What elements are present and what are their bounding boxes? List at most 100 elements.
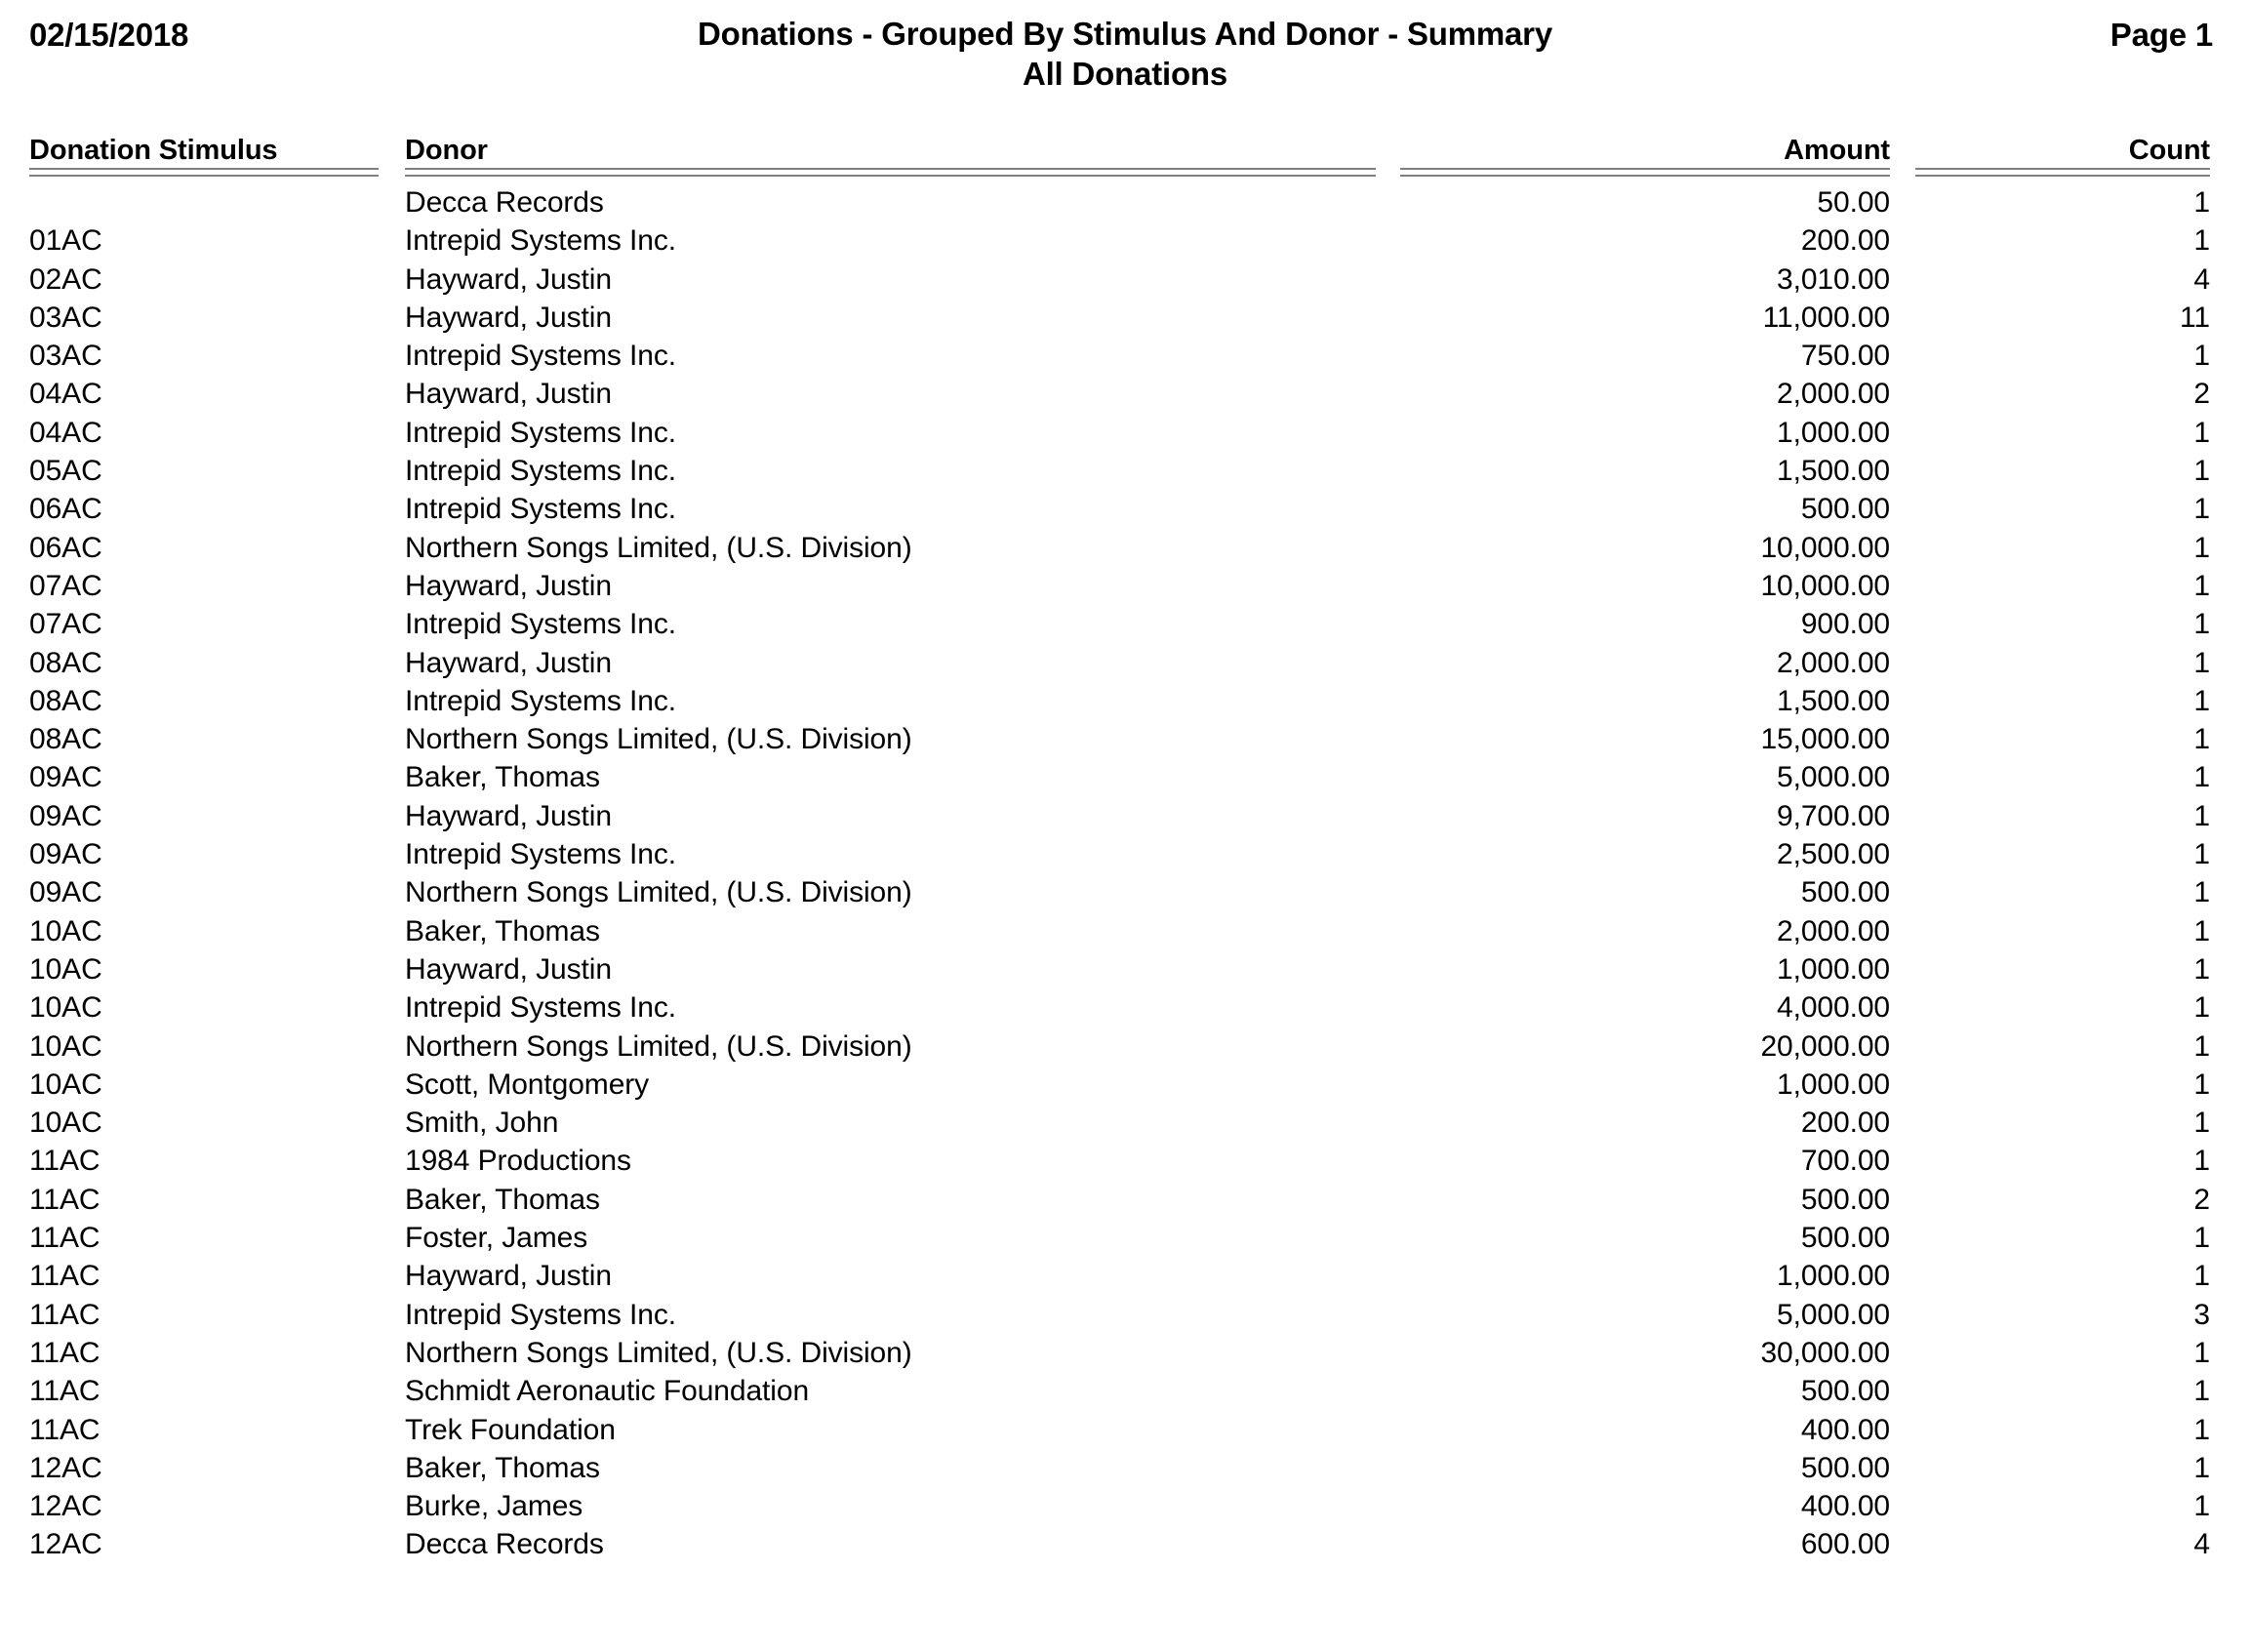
table-row: 07AC Intrepid Systems Inc. 900.00 1	[0, 605, 2250, 643]
table-row: 10AC Smith, John 200.00 1	[0, 1104, 2250, 1142]
cell-stimulus: 11AC	[29, 1145, 100, 1178]
cell-amount: 5,000.00	[1777, 1298, 1890, 1331]
cell-stimulus: 10AC	[29, 1029, 102, 1063]
cell-amount: 400.00	[1800, 1490, 1890, 1523]
cell-donor: Intrepid Systems Inc.	[405, 608, 677, 641]
cell-amount: 15,000.00	[1760, 723, 1890, 756]
table-row: 02AC Hayward, Justin 3,010.00 4	[0, 261, 2250, 299]
cell-count: 1	[2193, 991, 2210, 1025]
cell-stimulus: 08AC	[29, 684, 102, 717]
cell-donor: Hayward, Justin	[405, 952, 612, 986]
cell-donor: Smith, John	[405, 1107, 559, 1140]
cell-donor: Baker, Thomas	[405, 1183, 600, 1216]
cell-amount: 500.00	[1800, 493, 1890, 526]
cell-amount: 2,000.00	[1777, 646, 1890, 679]
table-row: 10AC Scott, Montgomery 1,000.00 1	[0, 1066, 2250, 1104]
cell-amount: 20,000.00	[1760, 1029, 1890, 1063]
cell-count: 1	[2193, 838, 2210, 871]
table-row: 12AC Decca Records 600.00 4	[0, 1525, 2250, 1563]
cell-stimulus: 07AC	[29, 569, 102, 602]
cell-amount: 600.00	[1800, 1528, 1890, 1561]
table-row: 10AC Hayward, Justin 1,000.00 1	[0, 950, 2250, 988]
column-header-amount: Amount	[1784, 135, 1890, 166]
cell-amount: 500.00	[1800, 1183, 1890, 1216]
table-row: 09AC Hayward, Justin 9,700.00 1	[0, 797, 2250, 835]
cell-count: 1	[2193, 723, 2210, 756]
table-row: 04AC Hayward, Justin 2,000.00 2	[0, 375, 2250, 413]
table-row: 05AC Intrepid Systems Inc. 1,500.00 1	[0, 452, 2250, 490]
column-header-stimulus: Donation Stimulus	[29, 135, 278, 166]
cell-stimulus: 11AC	[29, 1413, 100, 1446]
table-row: 11AC Northern Songs Limited, (U.S. Divisi…	[0, 1334, 2250, 1372]
cell-stimulus: 09AC	[29, 876, 102, 909]
cell-stimulus: 10AC	[29, 991, 102, 1025]
cell-count: 1	[2193, 952, 2210, 986]
report-title: Donations - Grouped By Stimulus And Dono…	[698, 16, 1552, 52]
cell-stimulus: 10AC	[29, 1068, 102, 1101]
cell-amount: 10,000.00	[1760, 531, 1890, 564]
cell-donor: Baker, Thomas	[405, 761, 600, 794]
cell-count: 1	[2193, 1260, 2210, 1293]
table-row: 10AC Baker, Thomas 2,000.00 1	[0, 912, 2250, 950]
cell-stimulus: 07AC	[29, 608, 102, 641]
cell-stimulus: 11AC	[29, 1260, 100, 1293]
cell-count: 1	[2193, 684, 2210, 717]
cell-donor: Hayward, Justin	[405, 569, 612, 602]
cell-donor: Decca Records	[405, 1528, 604, 1561]
cell-stimulus: 11AC	[29, 1336, 100, 1369]
donations-table-body: Decca Records 50.00 1 01AC Intrepid Systems …	[0, 183, 2250, 1564]
cell-stimulus: 04AC	[29, 378, 102, 411]
table-row: 08AC Intrepid Systems Inc. 1,500.00 1	[0, 682, 2250, 720]
column-header-count: Count	[2128, 135, 2210, 166]
table-row: 09AC Northern Songs Limited, (U.S. Divisi…	[0, 873, 2250, 911]
cell-donor: Northern Songs Limited, (U.S. Division)	[405, 723, 912, 756]
cell-donor: Hayward, Justin	[405, 646, 612, 679]
cell-donor: Intrepid Systems Inc.	[405, 1298, 677, 1331]
cell-count: 1	[2193, 1490, 2210, 1523]
cell-donor: Hayward, Justin	[405, 378, 612, 411]
cell-stimulus: 08AC	[29, 646, 102, 679]
cell-count: 1	[2193, 531, 2210, 564]
cell-count: 1	[2193, 1336, 2210, 1369]
cell-amount: 2,500.00	[1777, 838, 1890, 871]
cell-count: 1	[2193, 340, 2210, 373]
cell-stimulus: 01AC	[29, 224, 102, 258]
cell-amount: 200.00	[1800, 1107, 1890, 1140]
cell-donor: Decca Records	[405, 186, 604, 219]
cell-stimulus: 09AC	[29, 761, 102, 794]
cell-count: 1	[2193, 1029, 2210, 1063]
table-row: 11AC Intrepid Systems Inc. 5,000.00 3	[0, 1296, 2250, 1334]
cell-stimulus: 05AC	[29, 455, 102, 488]
cell-count: 1	[2193, 1145, 2210, 1178]
cell-amount: 500.00	[1800, 1222, 1890, 1255]
table-row: 12AC Burke, James 400.00 1	[0, 1487, 2250, 1525]
cell-amount: 2,000.00	[1777, 378, 1890, 411]
cell-count: 1	[2193, 1451, 2210, 1484]
cell-amount: 9,700.00	[1777, 799, 1890, 832]
table-row: 01AC Intrepid Systems Inc. 200.00 1	[0, 222, 2250, 260]
table-row: 10AC Northern Songs Limited, (U.S. Divisi…	[0, 1027, 2250, 1066]
cell-donor: Intrepid Systems Inc.	[405, 455, 677, 488]
cell-donor: Northern Songs Limited, (U.S. Division)	[405, 531, 912, 564]
cell-count: 1	[2193, 761, 2210, 794]
table-row: 09AC Baker, Thomas 5,000.00 1	[0, 758, 2250, 796]
cell-count: 1	[2193, 799, 2210, 832]
cell-amount: 2,000.00	[1777, 914, 1890, 947]
cell-amount: 900.00	[1800, 608, 1890, 641]
cell-count: 1	[2193, 224, 2210, 258]
cell-stimulus: 04AC	[29, 416, 102, 449]
cell-count: 1	[2193, 1375, 2210, 1408]
cell-amount: 1,000.00	[1777, 416, 1890, 449]
cell-donor: Baker, Thomas	[405, 914, 600, 947]
cell-amount: 50.00	[1817, 186, 1890, 219]
cell-donor: Baker, Thomas	[405, 1451, 600, 1484]
table-row: 03AC Intrepid Systems Inc. 750.00 1	[0, 337, 2250, 375]
page-number: Page 1	[2109, 17, 2213, 53]
cell-donor: Hayward, Justin	[405, 301, 612, 334]
table-row: 10AC Intrepid Systems Inc. 4,000.00 1	[0, 988, 2250, 1027]
cell-donor: Schmidt Aeronautic Foundation	[405, 1375, 810, 1408]
cell-stimulus: 11AC	[29, 1375, 100, 1408]
cell-count: 2	[2193, 1183, 2210, 1216]
cell-count: 11	[2180, 301, 2210, 334]
cell-amount: 400.00	[1800, 1413, 1890, 1446]
